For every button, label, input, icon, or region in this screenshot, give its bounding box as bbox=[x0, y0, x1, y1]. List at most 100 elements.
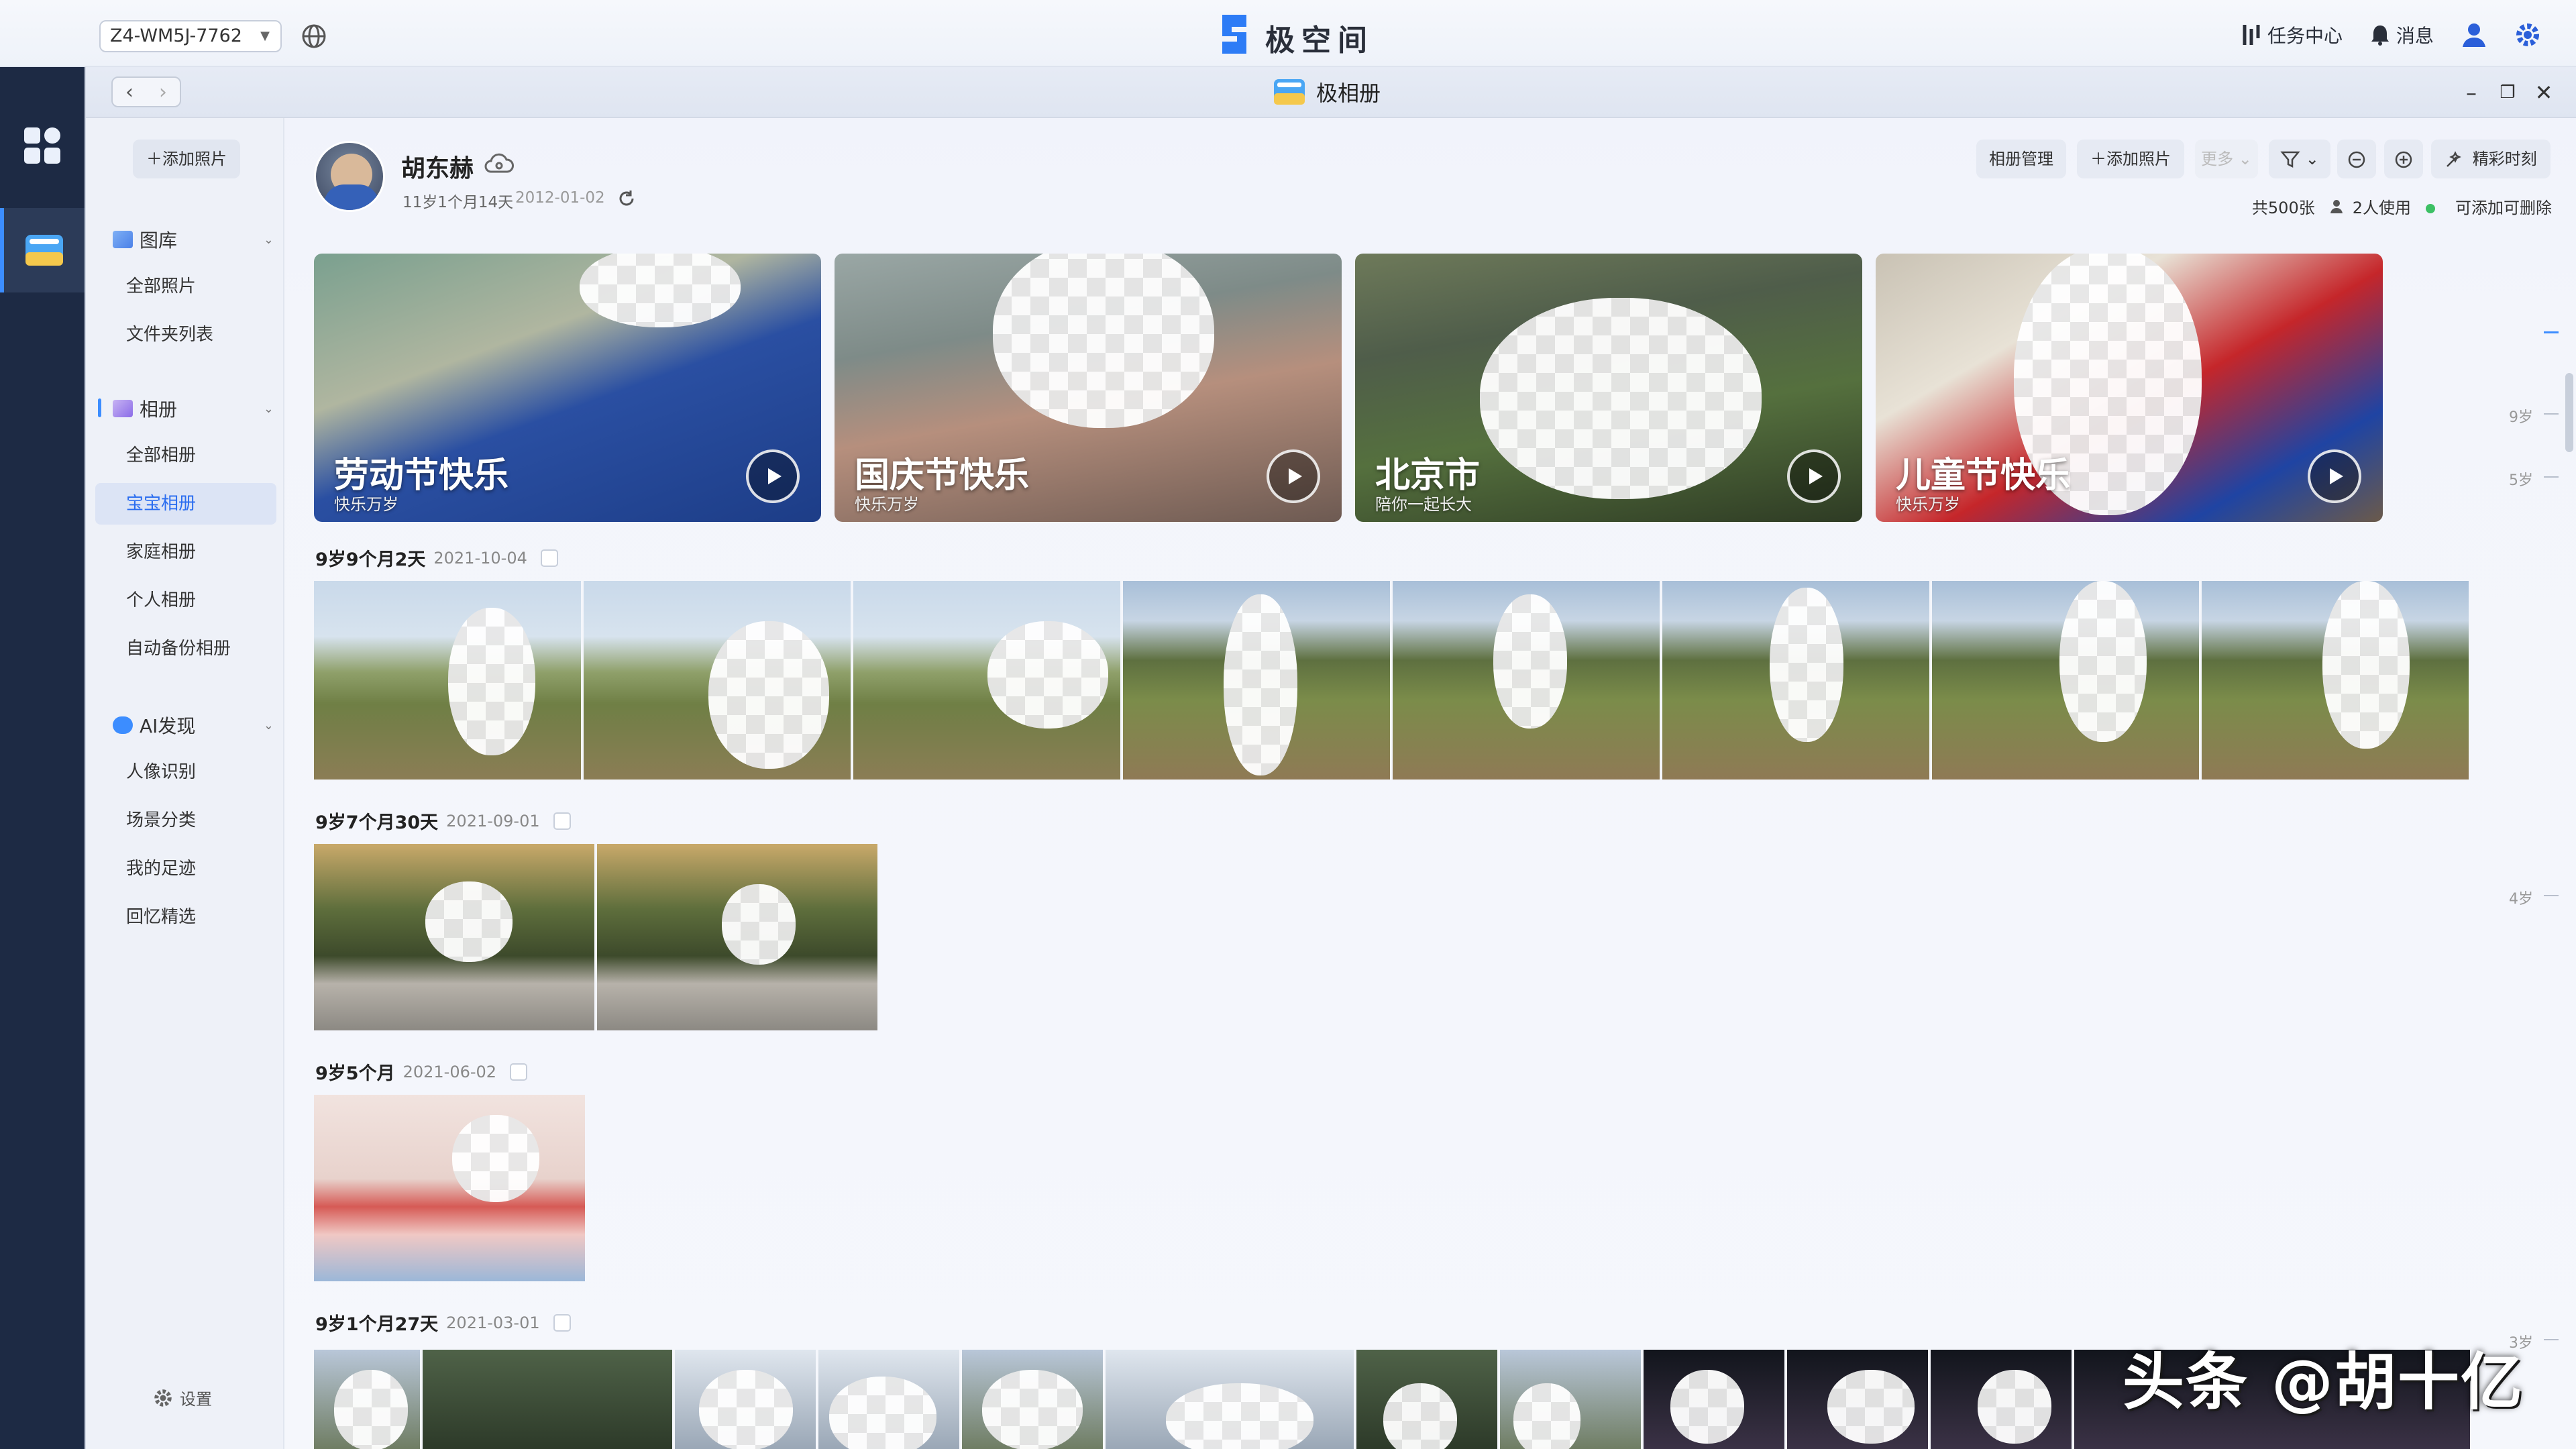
timeline-current-marker bbox=[2544, 331, 2559, 333]
add-photo-sidebar-button[interactable]: ＋添加照片 bbox=[133, 140, 240, 178]
device-select[interactable]: Z4-WM5J-7762 ▼ bbox=[99, 20, 282, 52]
status-dot-icon bbox=[2426, 204, 2435, 213]
sidebar-item-baby-album[interactable]: 宝宝相册 bbox=[95, 483, 276, 525]
photo-thumbnail[interactable] bbox=[314, 1350, 420, 1449]
photo-thumbnail[interactable] bbox=[1500, 1350, 1641, 1449]
task-center-button[interactable]: 任务中心 bbox=[2241, 20, 2343, 50]
highlights-button[interactable]: 精彩时刻 bbox=[2431, 140, 2551, 178]
sidebar-item-face-recognition[interactable]: 人像识别 bbox=[95, 751, 276, 793]
zoom-in-button[interactable] bbox=[2384, 140, 2423, 178]
photo-thumbnail[interactable] bbox=[818, 1350, 959, 1449]
task-icon bbox=[2243, 25, 2260, 45]
photo-thumbnail[interactable] bbox=[1393, 581, 1660, 780]
timeline-label[interactable]: 5岁 bbox=[2509, 468, 2533, 490]
group-date: 2021-09-01 bbox=[446, 811, 540, 830]
photo-thumbnail[interactable] bbox=[1662, 581, 1929, 780]
minimize-button[interactable]: – bbox=[2458, 79, 2485, 106]
sidebar-group-albums[interactable]: 相册 ⌄ bbox=[113, 392, 274, 425]
timeline-label[interactable]: 4岁 bbox=[2509, 887, 2533, 908]
scrollbar-thumb[interactable] bbox=[2565, 373, 2573, 452]
sidebar-item-folder-list[interactable]: 文件夹列表 bbox=[95, 314, 276, 356]
messages-button[interactable]: 消息 bbox=[2369, 20, 2434, 50]
add-photo-label: 添加照片 bbox=[162, 150, 227, 168]
cloud-settings-icon[interactable] bbox=[484, 150, 514, 177]
play-icon[interactable] bbox=[1267, 449, 1320, 503]
dock-apps-button[interactable] bbox=[0, 103, 85, 188]
play-icon[interactable] bbox=[1787, 449, 1841, 503]
maximize-button[interactable]: ❐ bbox=[2494, 79, 2521, 106]
photo-thumbnail[interactable] bbox=[597, 844, 877, 1030]
album-manage-button[interactable]: 相册管理 bbox=[1976, 140, 2066, 178]
active-group-indicator bbox=[98, 398, 101, 417]
dock-album-button[interactable] bbox=[0, 208, 85, 292]
zoom-out-button[interactable] bbox=[2337, 140, 2376, 178]
featured-card[interactable]: 北京市 陪你一起长大 bbox=[1355, 254, 1862, 522]
photo-thumbnail[interactable] bbox=[1931, 1350, 2072, 1449]
featured-card[interactable]: 劳动节快乐 快乐万岁 bbox=[314, 254, 821, 522]
more-dropdown[interactable]: 更多 ⌄ bbox=[2195, 140, 2258, 178]
play-icon[interactable] bbox=[2308, 449, 2361, 503]
forward-arrow-icon[interactable]: › bbox=[159, 80, 167, 104]
window-title: 极相册 bbox=[1273, 76, 1381, 107]
group-select-checkbox[interactable] bbox=[553, 1313, 571, 1332]
sidebar-item-footprints[interactable]: 我的足迹 bbox=[95, 848, 276, 890]
sidebar-item-family-album[interactable]: 家庭相册 bbox=[95, 531, 276, 573]
featured-subtitle: 陪你一起长大 bbox=[1375, 495, 1472, 514]
close-button[interactable]: ✕ bbox=[2530, 79, 2557, 106]
photo-thumbnail[interactable] bbox=[675, 1350, 816, 1449]
avatar[interactable] bbox=[314, 141, 385, 212]
highlights-label: 精彩时刻 bbox=[2472, 150, 2537, 168]
sidebar-item-all-photos[interactable]: 全部照片 bbox=[95, 266, 276, 307]
photo-thumbnail[interactable] bbox=[314, 581, 581, 780]
photo-thumbnail[interactable] bbox=[1932, 581, 2199, 780]
filter-button[interactable]: ⌄ bbox=[2269, 140, 2330, 178]
group-select-checkbox[interactable] bbox=[540, 549, 558, 567]
sidebar-item-all-albums[interactable]: 全部相册 bbox=[95, 435, 276, 476]
sidebar-item-memories[interactable]: 回忆精选 bbox=[95, 896, 276, 938]
photo-thumbnail[interactable] bbox=[962, 1350, 1103, 1449]
back-arrow-icon[interactable]: ‹ bbox=[125, 80, 133, 104]
photo-thumbnail[interactable] bbox=[2202, 581, 2469, 780]
sidebar-item-scene-classify[interactable]: 场景分类 bbox=[95, 800, 276, 841]
featured-subtitle: 快乐万岁 bbox=[334, 495, 398, 514]
featured-card[interactable]: 儿童节快乐 快乐万岁 bbox=[1876, 254, 2383, 522]
chevron-down-icon: ⌄ bbox=[263, 718, 274, 733]
photo-thumbnail[interactable] bbox=[314, 844, 594, 1030]
photo-thumbnail[interactable] bbox=[1787, 1350, 1928, 1449]
add-photo-button[interactable]: ＋添加照片 bbox=[2077, 140, 2184, 178]
group-select-checkbox[interactable] bbox=[510, 1063, 528, 1081]
globe-icon[interactable] bbox=[301, 23, 327, 50]
watermark-text: 头条 @胡十亿 bbox=[2123, 1346, 2524, 1418]
messages-label: 消息 bbox=[2396, 25, 2434, 47]
sidebar-group-gallery[interactable]: 图库 ⌄ bbox=[113, 223, 274, 256]
gear-icon[interactable] bbox=[2514, 21, 2541, 48]
featured-card[interactable]: 国庆节快乐 快乐万岁 bbox=[835, 254, 1342, 522]
group-select-checkbox[interactable] bbox=[553, 812, 571, 830]
photo-thumbnail[interactable] bbox=[1644, 1350, 1784, 1449]
photo-thumbnail[interactable] bbox=[853, 581, 1120, 780]
play-icon[interactable] bbox=[746, 449, 800, 503]
photo-thumbnail[interactable] bbox=[314, 1095, 585, 1281]
photo-group-header: 9岁9个月2天 2021-10-04 bbox=[315, 545, 558, 571]
sidebar-item-personal-album[interactable]: 个人相册 bbox=[95, 580, 276, 621]
plus-icon: ＋ bbox=[146, 150, 162, 168]
album-main: 胡东赫 11岁1个月14天 2012-01-02 相册管理 ＋添加照片 更多 ⌄… bbox=[284, 118, 2576, 1449]
timeline-label[interactable]: 9岁 bbox=[2509, 405, 2533, 427]
group-date: 2021-06-02 bbox=[402, 1062, 497, 1081]
settings-button[interactable]: 设置 bbox=[153, 1386, 212, 1409]
window-title-label: 极相册 bbox=[1316, 80, 1381, 106]
sidebar-group-ai[interactable]: AI发现 ⌄ bbox=[113, 708, 274, 742]
sidebar-item-auto-backup-album[interactable]: 自动备份相册 bbox=[95, 628, 276, 669]
user-icon[interactable] bbox=[2461, 21, 2487, 48]
baby-birth: 2012-01-02 bbox=[515, 189, 605, 207]
photo-thumbnail[interactable] bbox=[1106, 1350, 1354, 1449]
settings-label: 设置 bbox=[180, 1390, 212, 1409]
refresh-icon[interactable] bbox=[616, 188, 637, 209]
group-title: 9岁1个月27天 bbox=[315, 1314, 439, 1335]
photo-thumbnail[interactable] bbox=[1123, 581, 1390, 780]
photo-thumbnail[interactable] bbox=[584, 581, 851, 780]
photo-thumbnail[interactable] bbox=[1356, 1350, 1497, 1449]
group-title: 9岁5个月 bbox=[315, 1063, 395, 1084]
album-icon bbox=[1274, 79, 1305, 105]
photo-thumbnail[interactable] bbox=[423, 1350, 672, 1449]
